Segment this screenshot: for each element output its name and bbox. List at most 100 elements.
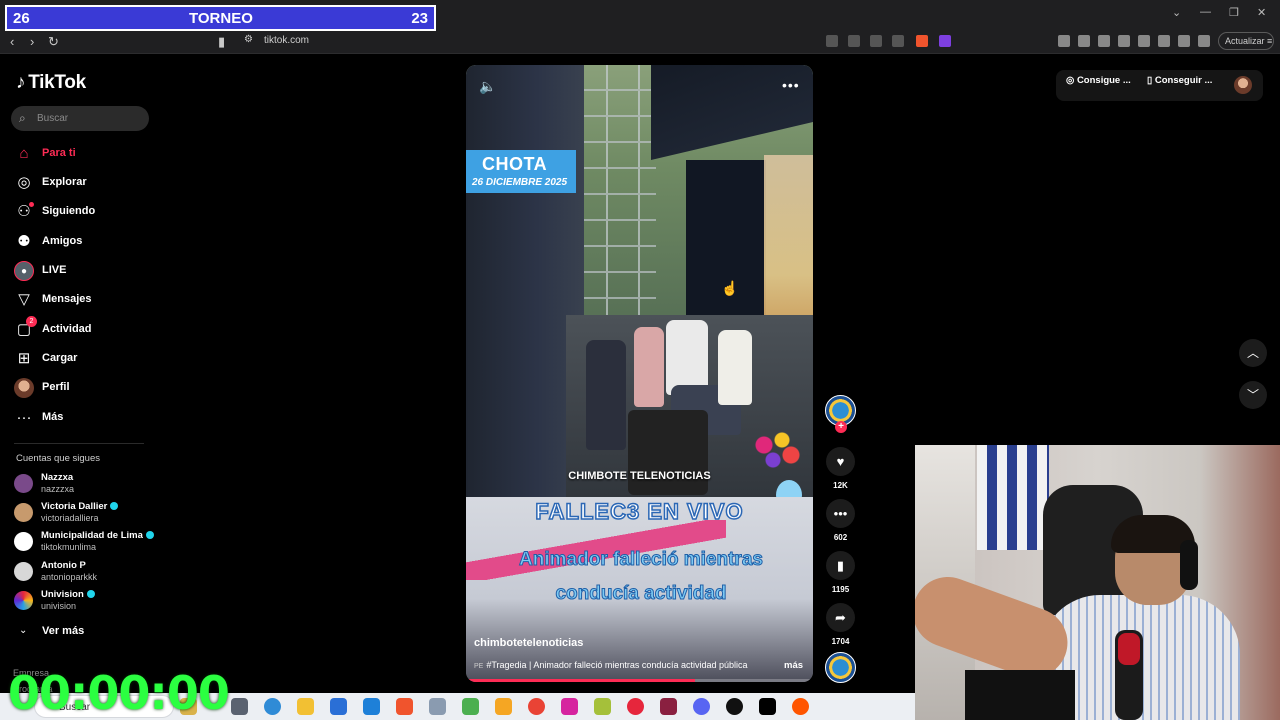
restore-icon[interactable]: ❐ — [1229, 6, 1239, 19]
app-icon[interactable] — [495, 698, 512, 715]
sidebar-item-label: Siguiendo — [42, 205, 96, 217]
obs-icon[interactable] — [726, 698, 743, 715]
sidebar-item-mensajes[interactable]: ▽ Mensajes — [14, 290, 154, 310]
sidebar-item-mas[interactable]: ··· Más — [14, 408, 154, 428]
brave-icon[interactable] — [396, 698, 413, 715]
tiktok-logo[interactable]: ♪ TikTok — [16, 72, 86, 94]
youtube-icon[interactable] — [627, 698, 644, 715]
app-icon[interactable] — [429, 698, 446, 715]
site-info-icon[interactable]: ⚙ — [244, 34, 253, 45]
back-icon[interactable]: ‹ — [10, 34, 14, 49]
sidebar-icon[interactable] — [1138, 35, 1150, 47]
video-progress-bar[interactable] — [466, 679, 813, 682]
heart-icon: ♥ — [826, 447, 855, 476]
comment-button[interactable]: ••• 602 — [824, 499, 857, 542]
avatar — [14, 503, 33, 522]
edge-icon[interactable] — [264, 698, 281, 715]
save-button[interactable]: ▮ 1195 — [824, 551, 857, 594]
leo-icon[interactable] — [1178, 35, 1190, 47]
video-frame-person — [634, 327, 664, 407]
divider — [14, 443, 144, 444]
wallet-icon[interactable] — [1158, 35, 1170, 47]
forward-icon[interactable]: › — [30, 34, 34, 49]
see-more-button[interactable]: ⌄ Ver más — [16, 625, 116, 639]
headline-main: FALLEC3 EN VIVO — [535, 498, 744, 525]
media-icon[interactable] — [1118, 35, 1130, 47]
translate-icon[interactable] — [870, 35, 882, 47]
following-account-antonio[interactable]: Antonio P antonioparkkk — [14, 560, 164, 586]
video-author[interactable]: chimbotetelenoticias — [474, 637, 583, 649]
store-icon[interactable] — [330, 698, 347, 715]
previous-video-button[interactable]: ︿ — [1239, 339, 1267, 367]
see-more-label: Ver más — [42, 625, 85, 637]
sidebar-item-live[interactable]: ● LIVE — [14, 261, 154, 281]
sidebar-item-amigos[interactable]: ⚉ Amigos — [14, 232, 154, 252]
sidebar-item-actividad[interactable]: ▢ 2 Actividad — [14, 316, 154, 340]
sidebar-item-label: LIVE — [42, 264, 67, 276]
share-icon[interactable] — [892, 35, 904, 47]
following-account-victoria[interactable]: Victoria Dallier victoriadalliera — [14, 501, 164, 527]
app-icon[interactable] — [594, 698, 611, 715]
search-input[interactable]: ⌕ Buscar — [11, 106, 149, 131]
video-player[interactable]: CHOTA 26 DICIEMBRE 2025 CHIMBOTE TELENOT… — [466, 65, 813, 682]
sidebar-item-cargar[interactable]: ⊞ Cargar — [14, 349, 154, 369]
verified-icon — [110, 502, 119, 511]
tab-list-icon[interactable]: ⌄ — [1172, 6, 1181, 19]
reload-icon[interactable]: ↻ — [48, 34, 59, 50]
discord-icon[interactable] — [693, 698, 710, 715]
profile-avatar[interactable] — [1234, 76, 1252, 94]
minimize-icon[interactable]: — — [1200, 6, 1211, 18]
video-frame-person — [586, 340, 626, 450]
cast-icon[interactable] — [848, 35, 860, 47]
following-account-nazzxa[interactable]: Nazzxa nazzzxa — [14, 472, 164, 498]
app-icon[interactable] — [462, 698, 479, 715]
account-name: Nazzxa — [41, 472, 74, 483]
video-frame-speaker — [628, 410, 708, 495]
following-account-univision[interactable]: Univision univision — [14, 589, 164, 615]
sidebar-item-perfil[interactable]: Perfil — [14, 378, 154, 398]
update-button[interactable]: Actualizar ≡ — [1218, 32, 1274, 50]
vpn-icon[interactable] — [1198, 35, 1210, 47]
get-coins-button[interactable]: ◎ Consigue ... — [1066, 75, 1131, 97]
close-icon[interactable]: ✕ — [1257, 6, 1266, 19]
live-icon: ● — [14, 261, 34, 281]
app-icon[interactable] — [759, 698, 776, 715]
brave-shield-icon[interactable] — [916, 35, 928, 47]
get-app-button[interactable]: ▯ Conseguir ... — [1147, 75, 1212, 97]
volume-icon[interactable]: 🔈 — [479, 78, 496, 95]
share-button[interactable]: ➦ 1704 — [824, 603, 857, 646]
chevron-down-icon: ﹀ — [1246, 388, 1259, 402]
app-icon[interactable] — [660, 698, 677, 715]
brave-rewards-icon[interactable] — [939, 35, 951, 47]
like-button[interactable]: ♥ 12K — [824, 447, 857, 490]
instagram-icon[interactable] — [561, 698, 578, 715]
sidebar-item-label: Perfil — [42, 381, 70, 393]
extensions-icon[interactable] — [1098, 35, 1110, 47]
next-video-button[interactable]: ﹀ — [1239, 381, 1267, 409]
avatar — [14, 474, 33, 493]
following-account-municipalidad[interactable]: Municipalidad de Lima tiktokmunlima — [14, 530, 164, 556]
file-explorer-icon[interactable] — [297, 698, 314, 715]
task-view-icon[interactable] — [231, 698, 248, 715]
more-options-icon[interactable]: ••• — [782, 77, 800, 93]
sound-disc-icon[interactable] — [825, 652, 856, 683]
overlay-title: TORNEO — [189, 10, 253, 27]
translate-off-icon[interactable] — [826, 35, 838, 47]
chrome-icon[interactable] — [528, 698, 545, 715]
sidebar-item-siguiendo[interactable]: ⚇ Siguiendo — [14, 202, 154, 222]
app-icon[interactable] — [792, 698, 809, 715]
extension-2-icon[interactable] — [1078, 35, 1090, 47]
extension-1-icon[interactable] — [1058, 35, 1070, 47]
follow-plus-icon[interactable]: + — [835, 421, 847, 433]
phone-icon: ▯ — [1147, 75, 1153, 86]
sidebar-item-explorar[interactable]: ◎ Explorar — [14, 173, 154, 193]
account-username: antonioparkkk — [41, 572, 98, 582]
get-coins-label: Consigue ... — [1076, 75, 1131, 86]
address-bar[interactable]: tiktok.com — [264, 35, 309, 46]
bookmark-icon[interactable]: ▮ — [218, 34, 225, 50]
messages-icon: ▽ — [18, 291, 30, 308]
sidebar-item-para-ti[interactable]: ⌂ Para ti — [14, 144, 154, 164]
sidebar-item-label: Actividad — [42, 323, 92, 335]
mail-icon[interactable] — [363, 698, 380, 715]
description-more-link[interactable]: más — [784, 660, 803, 671]
